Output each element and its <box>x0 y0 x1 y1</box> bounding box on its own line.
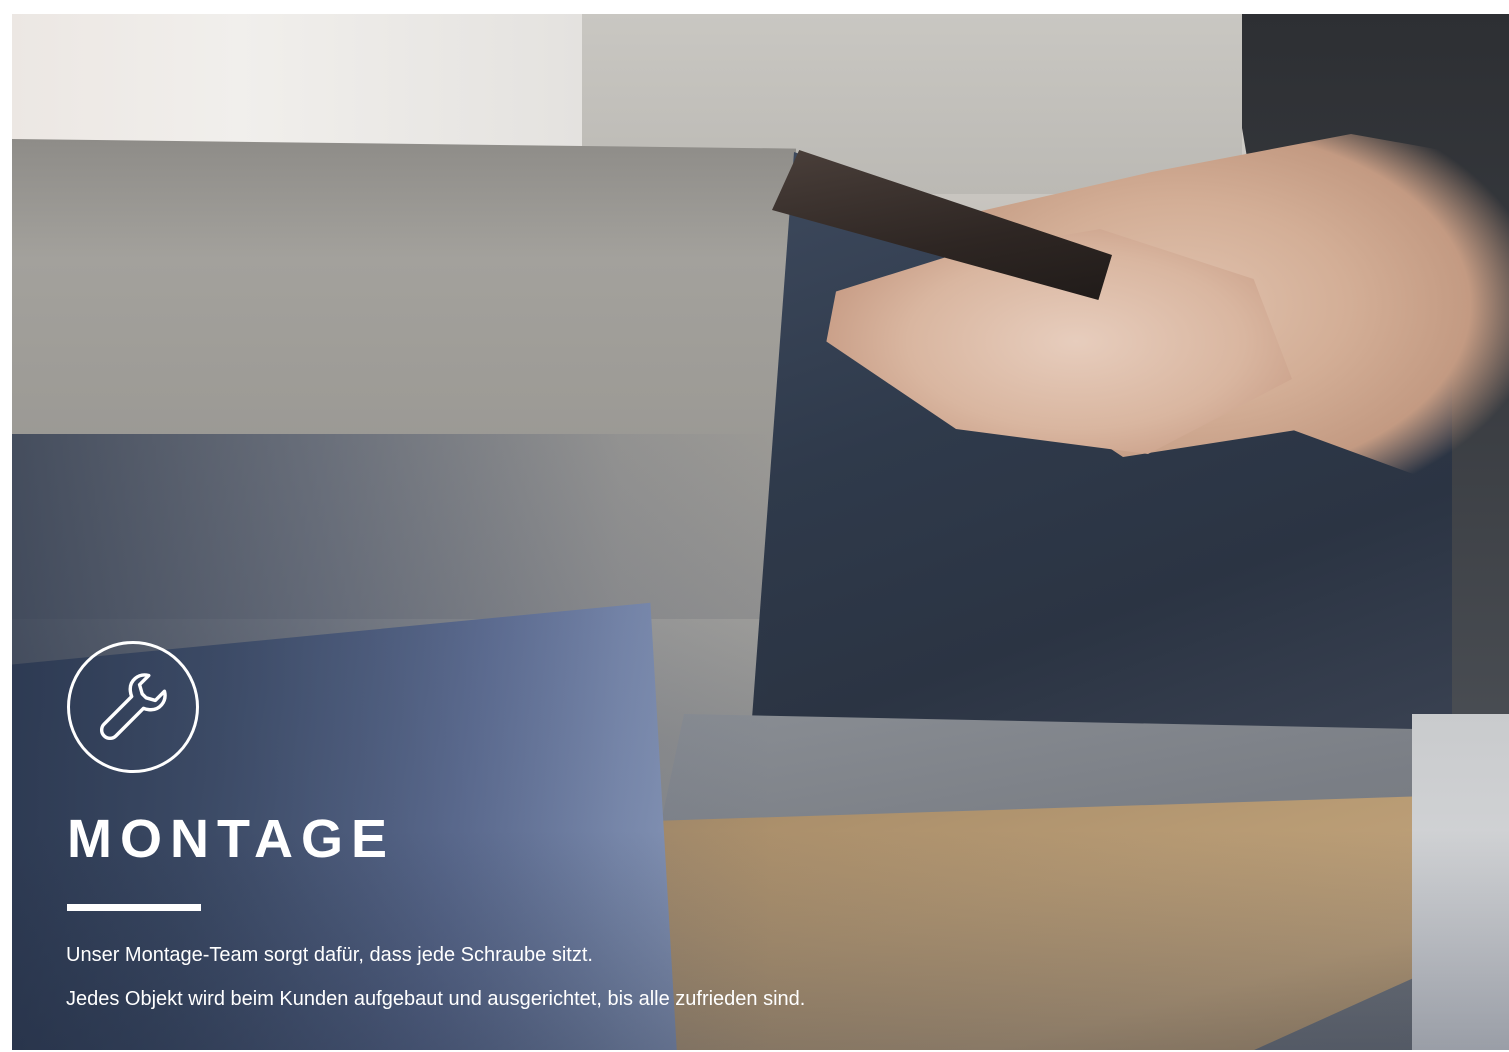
wrench-icon <box>67 641 199 773</box>
title-underline <box>67 904 201 911</box>
hero-section: MONTAGE Unser Montage-Team sorgt dafür, … <box>12 14 1509 1050</box>
description-line-1: Unser Montage-Team sorgt dafür, dass jed… <box>66 944 593 966</box>
description-line-2: Jedes Objekt wird beim Kunden aufgebaut … <box>66 988 806 1010</box>
section-title: MONTAGE <box>67 809 395 869</box>
